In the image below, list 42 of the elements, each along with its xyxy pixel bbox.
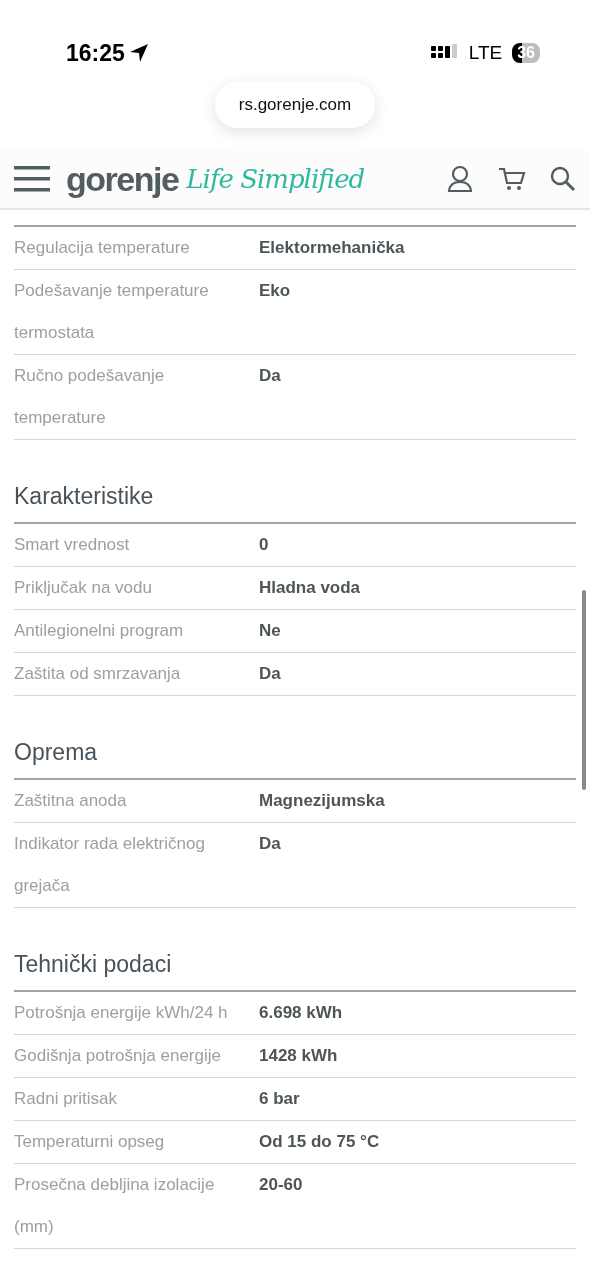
spec-value: 6 bar (259, 1088, 300, 1110)
menu-icon[interactable] (14, 165, 50, 193)
spec-label: Temperaturni opseg (14, 1131, 166, 1153)
spec-value: Od 15 do 75 °C (259, 1131, 380, 1153)
spec-label: Zaštita od smrzavanja (14, 663, 182, 685)
spec-label: Zaštitna anoda (14, 790, 128, 812)
location-arrow-icon (128, 43, 149, 63)
clock: 16:25 (66, 38, 125, 68)
spec-label: Podešavanje temperature termostata (14, 280, 210, 344)
network-label: LTE (468, 40, 503, 65)
spec-label: Antilegionelni program (14, 620, 185, 642)
cart-icon[interactable] (498, 166, 526, 192)
spec-value: Da (259, 833, 281, 855)
spec-label: Indikator rada električnog grejača (14, 833, 206, 897)
address-bar[interactable]: rs.gorenje.com (214, 82, 376, 128)
spec-value: Ne (259, 620, 281, 642)
spec-label: Smart vrednost (14, 534, 131, 556)
search-icon[interactable] (550, 166, 576, 192)
section-heading: Tehnički podaci (14, 950, 173, 979)
scrollbar[interactable] (582, 590, 586, 790)
section-heading: Karakteristike (14, 482, 155, 511)
spec-label: Regulacija temperature (14, 237, 191, 259)
spec-value: 0 (259, 534, 269, 556)
spec-value: Da (259, 663, 281, 685)
spec-value: 6.698 kWh (259, 1002, 343, 1024)
spec-value: 20-60 (259, 1174, 303, 1196)
spec-label: Ručno podešavanje temperature (14, 365, 166, 429)
spec-value: Hladna voda (259, 577, 361, 599)
brand-logo[interactable]: gorenje (66, 153, 179, 205)
user-icon[interactable] (446, 165, 474, 193)
spec-value: Elektormehanička (259, 237, 405, 259)
brand-tagline: Life Simplified (186, 162, 365, 196)
section-heading: Oprema (14, 738, 99, 767)
spec-value: 1428 kWh (259, 1045, 338, 1067)
spec-label: Radni pritisak (14, 1088, 118, 1110)
spec-value: Da (259, 365, 281, 387)
spec-label: Priključak na vodu (14, 577, 153, 599)
spec-label: Godišnja potrošnja energije (14, 1045, 222, 1067)
spec-label: Prosečna debljina izolacije (mm) (14, 1174, 216, 1238)
spec-label: Potrošnja energije kWh/24 h (14, 1002, 229, 1024)
spec-value: Eko (259, 280, 291, 302)
spec-value: Magnezijumska (259, 790, 385, 812)
